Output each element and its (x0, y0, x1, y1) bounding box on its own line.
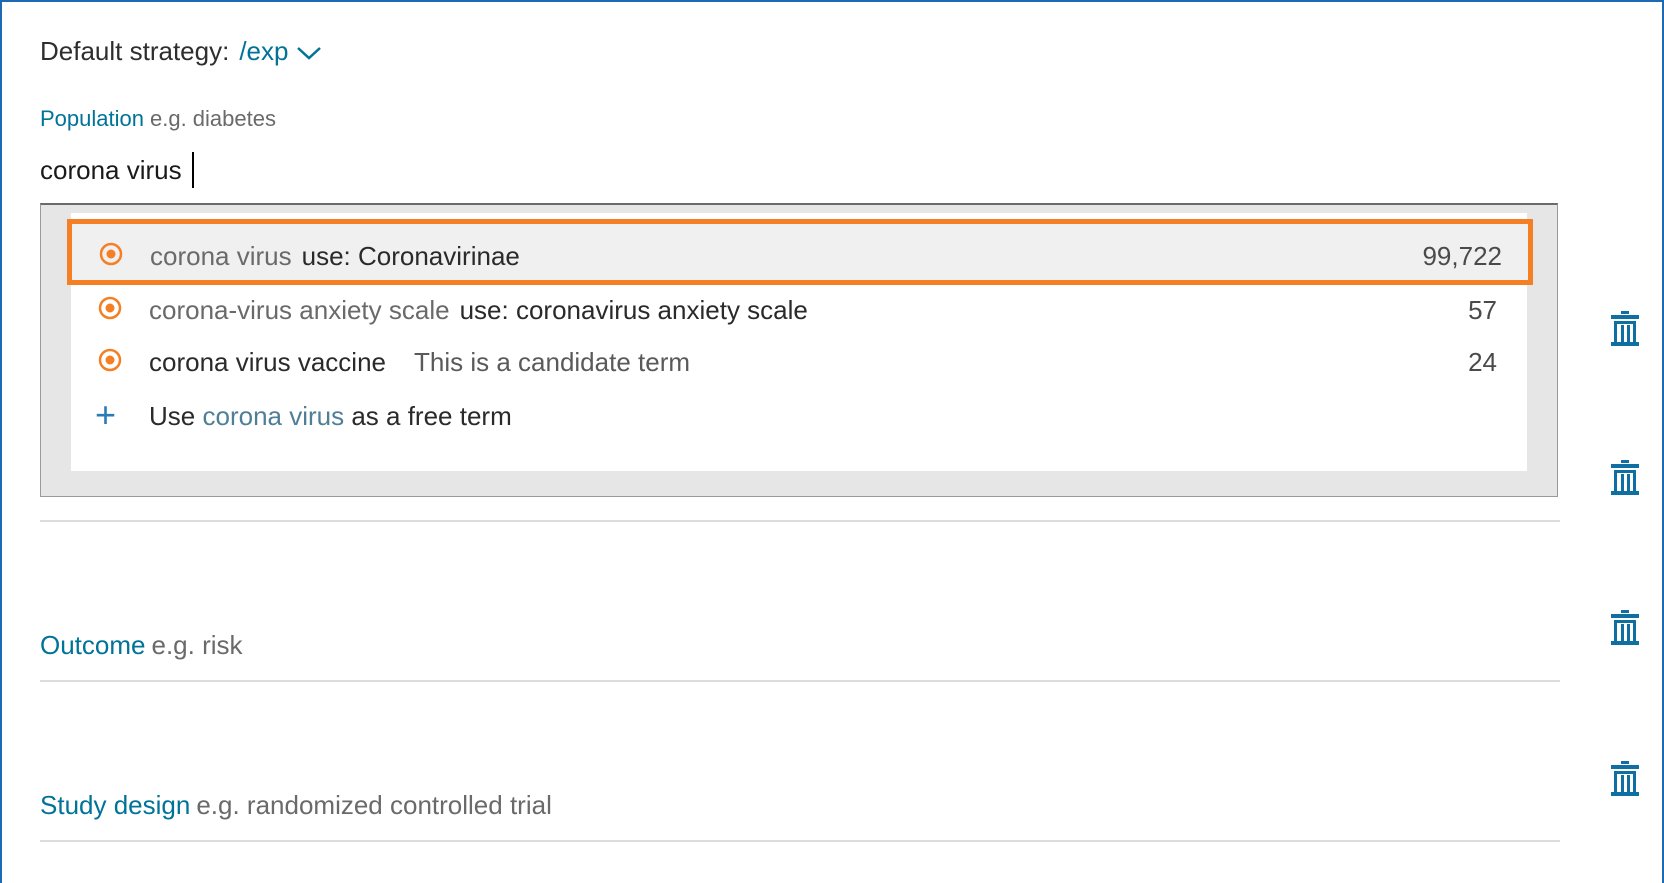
study-design-label[interactable]: Study design e.g. randomized controlled t… (40, 790, 552, 821)
radio-target-icon (98, 348, 122, 372)
suggestion-note: This is a candidate term (414, 347, 691, 377)
default-strategy: Default strategy: /exp (40, 36, 322, 67)
free-term-suffix: as a free term (351, 401, 512, 431)
suggestion-term: corona virus vaccine (149, 347, 386, 377)
intervention-divider (40, 520, 1560, 522)
free-term-term: corona virus (202, 401, 345, 431)
strategy-label: Default strategy: (40, 36, 230, 66)
study-design-hint: e.g. randomized controlled trial (196, 790, 552, 820)
suggestion-count: 57 (1468, 295, 1497, 325)
radio-target-icon (99, 242, 123, 266)
text-caret (192, 152, 194, 188)
study-design-divider (40, 840, 1560, 842)
free-term-prefix: Use (149, 401, 196, 431)
suggestion-term: corona-virus anxiety scale (149, 295, 450, 325)
chevron-down-icon[interactable] (296, 45, 322, 61)
suggestion-term: corona virus (150, 241, 292, 271)
strategy-value[interactable]: /exp (239, 36, 288, 66)
population-label-text: Population (40, 106, 144, 131)
delete-study-design-icon[interactable] (1608, 758, 1642, 798)
autocomplete-dropdown: corona virus use: Coronavirinae 99,722 co… (40, 203, 1558, 497)
outcome-divider (40, 680, 1560, 682)
use-free-term-option[interactable]: + Use corona virus as a free term (71, 387, 1527, 443)
population-input[interactable] (40, 150, 1560, 190)
strategy-dropdown[interactable]: /exp (239, 36, 322, 66)
suggestion-use: use: Coronavirinae (301, 241, 520, 271)
suggestion-count: 99,722 (1422, 241, 1502, 271)
autocomplete-list: corona virus use: Coronavirinae 99,722 co… (67, 213, 1533, 471)
radio-target-icon (98, 296, 122, 320)
delete-intervention-icon[interactable] (1608, 457, 1642, 497)
suggestion-coronavirinae[interactable]: corona virus use: Coronavirinae 99,722 (67, 219, 1533, 285)
outcome-hint: e.g. risk (151, 630, 243, 660)
outcome-label-text: Outcome (40, 630, 146, 660)
study-design-label-text: Study design (40, 790, 191, 820)
suggestion-anxiety-scale[interactable]: corona-virus anxiety scale use: coronavir… (71, 281, 1527, 337)
delete-outcome-icon[interactable] (1608, 607, 1642, 647)
suggestion-count: 24 (1468, 347, 1497, 377)
suggestion-vaccine[interactable]: corona virus vaccine This is a candidate … (71, 333, 1527, 389)
plus-icon: + (95, 394, 117, 435)
outcome-label[interactable]: Outcome e.g. risk (40, 630, 243, 661)
population-hint: e.g. diabetes (149, 106, 276, 131)
delete-population-icon[interactable] (1608, 308, 1642, 348)
suggestion-use: use: coronavirus anxiety scale (459, 295, 808, 325)
population-label: Population e.g. diabetes (40, 106, 276, 132)
